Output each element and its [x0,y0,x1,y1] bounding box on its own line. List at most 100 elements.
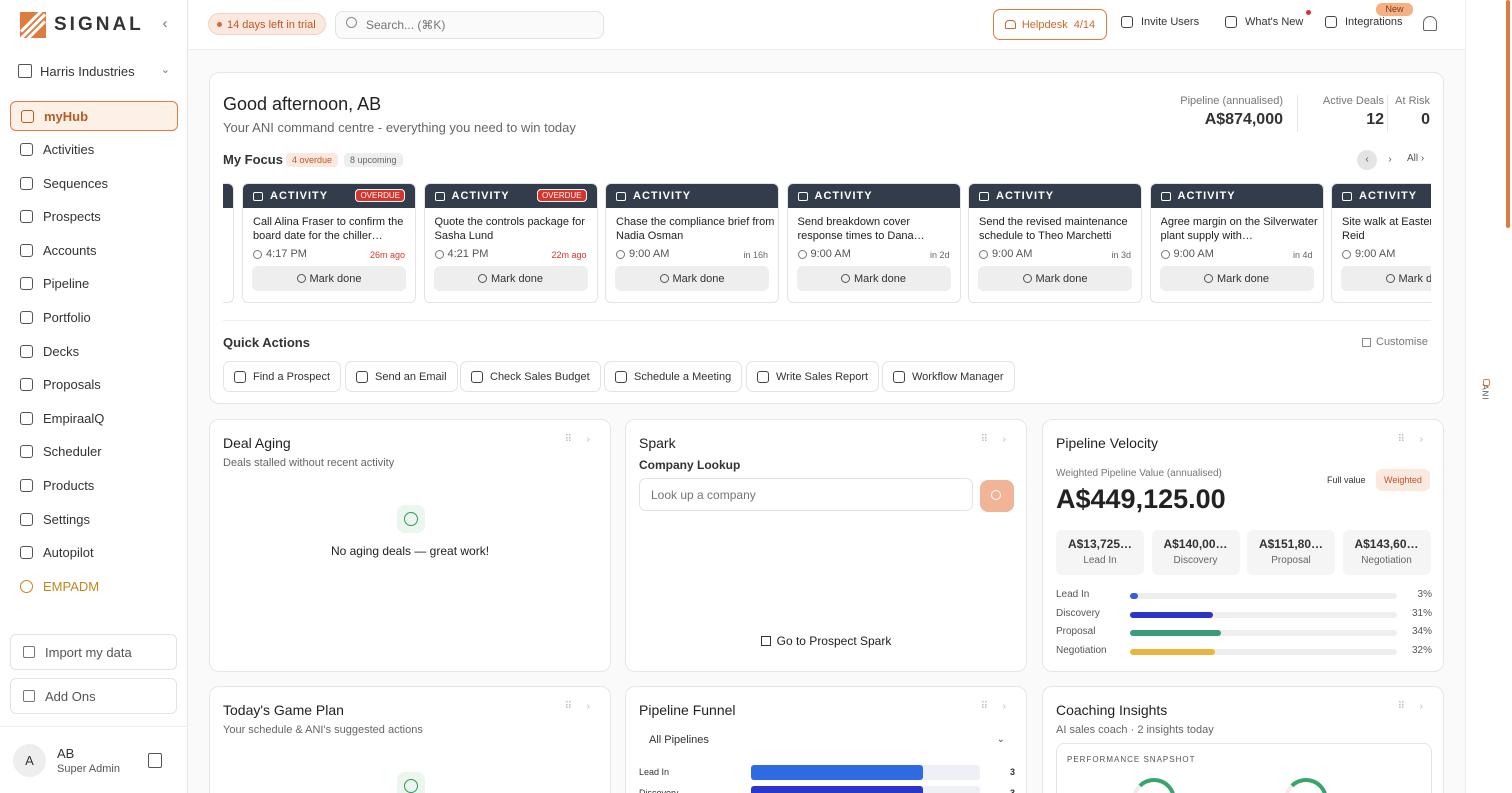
spark-widget: Spark ⠿ › Company Lookup Go to Prospect … [625,419,1027,672]
drag-handle-icon[interactable]: ⠿ › [565,701,596,712]
mail-icon [1160,191,1171,201]
org-switcher[interactable]: Harris Industries ⌄ [10,56,178,86]
helpdesk-button[interactable]: Helpdesk 4/14 [993,9,1107,40]
stage-card[interactable]: A$13,725… Lead In [1056,530,1144,575]
full-value-toggle[interactable]: Full value [1319,469,1374,491]
card-relative-time: 26m ago [369,250,405,260]
quick-action-schedule-a-meeting[interactable]: Schedule a Meeting [604,361,743,392]
invite-users-button[interactable]: Invite Users [1121,16,1199,28]
quick-action-write-sales-report[interactable]: Write Sales Report [746,361,880,392]
scrollbar[interactable] [1506,0,1510,228]
stage-label: Discovery [1173,555,1218,566]
import-data-button[interactable]: Import my data [10,634,177,670]
mark-done-button[interactable]: Mark done [1341,266,1431,291]
company-lookup-input[interactable] [639,478,973,511]
card-header: ACTIVITY [969,184,1141,208]
drag-handle-icon[interactable]: ⠿ › [981,434,1012,445]
sidebar-item-decks[interactable]: Decks [10,336,178,366]
sidebar-item-portfolio[interactable]: Portfolio [10,303,178,333]
trial-badge[interactable]: 14 days left in trial [208,13,326,35]
stage-card[interactable]: A$140,00… Discovery [1151,530,1240,575]
card-title[interactable]: Call Alina Fraser to confirm the board d… [253,215,413,243]
sidebar-item-products[interactable]: Products [10,471,178,501]
sidebar-item-prospects[interactable]: Prospects [10,202,178,232]
calendar-icon [615,370,627,383]
quick-action-send-an-email[interactable]: Send an Email [345,361,458,392]
card-time: 9:00 AM [1342,248,1395,260]
view-all-link[interactable]: All › [1407,153,1424,164]
card-title[interactable]: Agree margin on the Silverwater plant su… [1161,215,1321,243]
widget-title: Pipeline Funnel [639,702,736,718]
stat-pipeline: Pipeline (annualised) A$874,000 [1180,95,1283,129]
sidebar-item-autopilot[interactable]: Autopilot [10,538,178,568]
upcoming-chip[interactable]: 8 upcoming [344,153,403,167]
card-title[interactable]: Send breakdown cover response times to D… [798,215,958,243]
mark-done-button[interactable]: Mark done [1159,266,1314,291]
sidebar-item-activities[interactable]: Activities [10,135,178,165]
bar-percent: 34% [1411,626,1432,637]
greeting-subtitle: Your ANI command centre - everything you… [223,120,576,135]
bell-icon[interactable] [1423,16,1437,31]
sidebar-item-proposals[interactable]: Proposals [10,370,178,400]
go-to-prospect-spark-link[interactable]: Go to Prospect Spark [626,634,1026,648]
chevron-left-icon[interactable]: ‹ [1357,150,1377,170]
sidebar-item-sequences[interactable]: Sequences [10,168,178,198]
book-icon[interactable] [148,753,162,768]
bar-label: Discovery [1056,607,1100,619]
mark-done-button[interactable]: Mark done [433,266,588,291]
mark-done-button[interactable]: Mark done [796,266,951,291]
drag-handle-icon[interactable]: ⠿ › [981,701,1012,712]
sidebar-item-settings[interactable]: Settings [10,504,178,534]
brand-logo[interactable]: SIGNAL [20,12,144,38]
chevron-right-icon[interactable]: › [1380,150,1400,170]
overdue-chip[interactable]: 4 overdue [286,153,339,167]
funnel-row[interactable]: Lead In 3 [639,765,1015,781]
ani-label[interactable]: ANI [1481,384,1490,400]
user-name: AB [57,745,75,761]
quick-action-check-sales-budget[interactable]: Check Sales Budget [460,361,601,392]
funnel-label: Lead In [639,767,670,777]
card-header: ACTIVITY OVERDUE [243,184,415,208]
card-title[interactable]: Site walk at Eastern Callum Reid [1342,215,1431,243]
sidebar-item-scheduler[interactable]: Scheduler [10,437,178,467]
mark-done-button[interactable]: Mark done [615,266,769,291]
bar-label: Lead In [1056,589,1090,600]
sidebar-item-myhub[interactable]: myHub [10,101,178,131]
pipeline-select[interactable]: All Pipelines ⌄ [639,725,1013,755]
card-title[interactable]: Chase the compliance brief from Nadia Os… [616,215,776,243]
sidebar-item-pipeline[interactable]: Pipeline [10,269,178,299]
stage-card[interactable]: A$151,80… Proposal [1247,530,1335,575]
drag-handle-icon[interactable]: ⠿ › [1398,434,1429,445]
user-profile[interactable]: A AB Super Admin [0,726,188,793]
card-title[interactable]: Quote the controls package for Sasha Lun… [435,215,595,243]
lookup-search-button[interactable] [980,480,1014,512]
sidebar-item-empadm[interactable]: EMPADM [10,571,178,601]
integrations-button[interactable]: Integrations [1325,16,1402,28]
mail-icon [434,191,445,201]
whats-new-button[interactable]: What's New [1225,16,1303,28]
bar-percent: 32% [1411,644,1432,656]
calendar-icon [20,143,33,157]
search-input[interactable] [335,11,604,39]
sidebar-item-empiraalq[interactable]: EmpiraalQ [10,403,178,433]
bar-track [1130,648,1397,655]
drag-handle-icon[interactable]: ⠿ › [1398,701,1429,712]
stage-card[interactable]: A$143,60… Negotiation [1342,530,1431,575]
stat-label: At Risk [1395,95,1430,107]
user-plus-icon [1121,16,1133,28]
velocity-bar-row: Lead In 3% [1056,589,1432,603]
add-ons-button[interactable]: Add Ons [10,678,177,714]
drag-handle-icon[interactable]: ⠿ › [565,434,596,445]
mark-done-button[interactable]: Mark done [252,266,406,291]
funnel-row[interactable]: Discovery 3 [639,786,1015,793]
quick-action-label: Send an Email [375,370,447,383]
quick-action-workflow-manager[interactable]: Workflow Manager [882,361,1015,392]
sidebar-item-accounts[interactable]: Accounts [10,235,178,265]
weighted-value-label: Weighted Pipeline Value (annualised) [1056,468,1222,479]
customise-button[interactable]: Customise [1362,336,1428,348]
weighted-toggle[interactable]: Weighted [1376,469,1430,491]
collapse-sidebar-icon[interactable]: ‹ [157,14,173,34]
quick-action-find-a-prospect[interactable]: Find a Prospect [223,361,342,392]
card-title[interactable]: Send the revised maintenance schedule to… [979,215,1139,243]
mark-done-button[interactable]: Mark done [978,266,1132,291]
